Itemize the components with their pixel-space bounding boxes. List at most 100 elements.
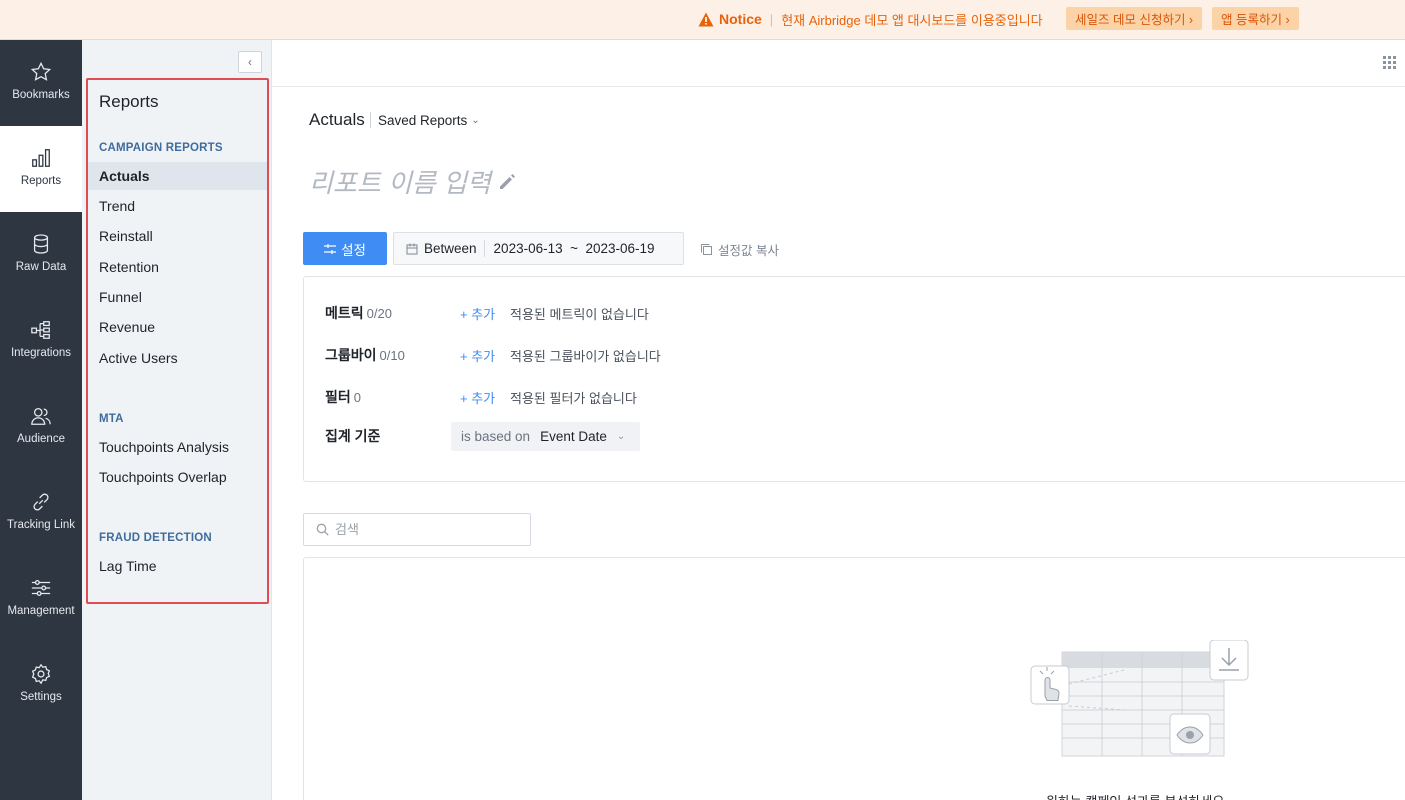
- aggregation-prefix: is based on: [461, 429, 531, 444]
- groupby-count: 0/10: [379, 348, 405, 363]
- subnav-item-revenue[interactable]: Revenue: [88, 313, 267, 341]
- report-name-placeholder: 리포트 이름 입력: [309, 168, 491, 198]
- subnav-item-trend[interactable]: Trend: [88, 192, 267, 220]
- calendar-icon: [406, 243, 418, 254]
- rail-label: Bookmarks: [12, 89, 70, 101]
- date-range-value: 2023-06-13 ~ 2023-06-19: [493, 241, 655, 256]
- section-campaign-reports: CAMPAIGN REPORTS: [99, 142, 223, 154]
- subnav-item-actuals[interactable]: Actuals: [88, 162, 267, 190]
- rail-item-management[interactable]: Management: [0, 556, 82, 642]
- aggregation-value: Event Date: [540, 429, 607, 444]
- rail-item-reports[interactable]: Reports: [0, 126, 82, 212]
- subnav-title: Reports: [99, 92, 159, 111]
- date-range-picker[interactable]: Between 2023-06-13 ~ 2023-06-19: [393, 232, 684, 265]
- aggregation-row: 집계 기준: [325, 426, 460, 446]
- metric-empty-text: 적용된 메트릭이 없습니다: [510, 306, 649, 322]
- reports-subnav: ‹ Reports CAMPAIGN REPORTS Actuals Trend…: [82, 40, 272, 800]
- settings-button-label: 설정: [341, 242, 366, 258]
- rail-label: Raw Data: [15, 261, 67, 273]
- metric-label: 메트릭 0/20: [325, 303, 460, 323]
- notice-separator: |: [769, 11, 774, 27]
- warning-triangle-icon: [698, 12, 714, 26]
- subnav-item-reinstall[interactable]: Reinstall: [88, 222, 267, 250]
- date-divider: [483, 240, 485, 257]
- icon-rail: Bookmarks Reports Raw Data Integrations …: [0, 40, 82, 800]
- empty-state-caption: 원하는 캠페인 성과를 분석하세요: [1046, 791, 1224, 800]
- add-groupby-button[interactable]: + 추가: [460, 346, 510, 365]
- chevron-down-icon: ⌄: [471, 115, 480, 126]
- add-filter-button[interactable]: + 추가: [460, 388, 510, 407]
- add-metric-button[interactable]: + 추가: [460, 304, 510, 323]
- rail-item-bookmarks[interactable]: Bookmarks: [0, 40, 82, 126]
- section-mta: MTA: [99, 413, 124, 425]
- groupby-label: 그룹바이 0/10: [325, 345, 460, 365]
- rail-item-settings[interactable]: Settings: [0, 642, 82, 728]
- report-settings-panel: 메트릭 0/20 + 추가 적용된 메트릭이 없습니다 그룹바이 0/10 + 추가…: [303, 276, 1405, 482]
- rail-item-raw-data[interactable]: Raw Data: [0, 212, 82, 298]
- aggregation-label: 집계 기준: [325, 428, 381, 444]
- filter-count: 0: [353, 390, 361, 405]
- metric-count: 0/20: [366, 306, 392, 321]
- date-mode: Between: [424, 241, 477, 256]
- copy-settings-label: 설정값 복사: [718, 244, 779, 258]
- breadcrumb-current: Actuals: [309, 110, 365, 129]
- main-content: Actuals Saved Reports ⌄ 리포트 이름 입력 설정 Bet…: [272, 40, 1405, 800]
- subnav-item-touchpoints-analysis[interactable]: Touchpoints Analysis: [88, 433, 267, 461]
- section-fraud-detection: FRAUD DETECTION: [99, 532, 212, 544]
- rail-label: Tracking Link: [7, 519, 75, 531]
- groupby-row: 그룹바이 0/10 + 추가 적용된 그룹바이가 없습니다: [325, 345, 661, 365]
- reports-menu-highlight: Reports CAMPAIGN REPORTS Actuals Trend R…: [86, 78, 269, 604]
- rail-label: Management: [7, 605, 75, 617]
- aggregation-select[interactable]: is based on Event Date ⌄: [451, 422, 640, 451]
- groupby-label-text: 그룹바이: [325, 347, 377, 363]
- notice-bar: Notice | 현재 Airbridge 데모 앱 대시보드를 이용중입니다 …: [0, 0, 1405, 40]
- copy-settings-button[interactable]: 설정값 복사: [700, 240, 779, 259]
- saved-reports-dropdown[interactable]: Saved Reports ⌄: [378, 113, 480, 128]
- filter-row: 필터 0 + 추가 적용된 필터가 없습니다: [325, 387, 637, 407]
- subnav-item-touchpoints-overlap[interactable]: Touchpoints Overlap: [88, 463, 267, 491]
- apps-grid-icon[interactable]: [1383, 56, 1397, 70]
- database-icon: [33, 234, 49, 254]
- filter-empty-text: 적용된 필터가 없습니다: [510, 390, 637, 406]
- chevron-down-icon: ⌄: [616, 431, 626, 442]
- collapse-sidebar-button[interactable]: ‹: [238, 51, 262, 73]
- register-app-button[interactable]: 앱 등록하기 ›: [1212, 7, 1299, 30]
- rail-label: Audience: [17, 433, 65, 445]
- metric-label-text: 메트릭: [325, 305, 364, 321]
- search-icon: [316, 523, 329, 536]
- search-field[interactable]: [303, 513, 531, 546]
- subnav-item-retention[interactable]: Retention: [88, 253, 267, 281]
- top-bar: [272, 40, 1405, 87]
- empty-table-illustration: [1030, 640, 1249, 757]
- sales-demo-button[interactable]: 세일즈 데모 신청하기 ›: [1066, 7, 1203, 30]
- settings-button[interactable]: 설정: [303, 232, 387, 265]
- pencil-icon: [499, 173, 515, 189]
- gear-icon: [31, 663, 51, 685]
- integration-icon: [31, 321, 50, 339]
- saved-reports-label: Saved Reports: [378, 113, 468, 128]
- rail-item-tracking-link[interactable]: Tracking Link: [0, 470, 82, 556]
- subnav-item-lag-time[interactable]: Lag Time: [88, 552, 267, 580]
- search-input[interactable]: [335, 522, 525, 537]
- star-icon: [30, 61, 52, 81]
- rail-item-integrations[interactable]: Integrations: [0, 298, 82, 384]
- rail-label: Reports: [20, 175, 62, 187]
- rail-label: Settings: [20, 691, 62, 703]
- subnav-item-active-users[interactable]: Active Users: [88, 344, 267, 372]
- rail-item-audience[interactable]: Audience: [0, 384, 82, 470]
- breadcrumb-divider: [370, 112, 371, 128]
- copy-icon: [701, 244, 712, 255]
- users-icon: [31, 408, 51, 425]
- filter-label: 필터 0: [325, 387, 460, 407]
- sliders-icon: [31, 580, 51, 596]
- metric-row: 메트릭 0/20 + 추가 적용된 메트릭이 없습니다: [325, 303, 649, 323]
- notice-label: Notice: [719, 11, 762, 27]
- bar-chart-icon: [32, 149, 50, 167]
- result-panel: 원하는 캠페인 성과를 분석하세요: [303, 557, 1405, 800]
- notice-message: 현재 Airbridge 데모 앱 대시보드를 이용중입니다: [781, 12, 1043, 28]
- link-icon: [33, 493, 49, 511]
- filter-label-text: 필터: [325, 389, 351, 405]
- rail-label: Integrations: [10, 347, 72, 359]
- subnav-item-funnel[interactable]: Funnel: [88, 283, 267, 311]
- report-name-input[interactable]: 리포트 이름 입력: [309, 163, 517, 200]
